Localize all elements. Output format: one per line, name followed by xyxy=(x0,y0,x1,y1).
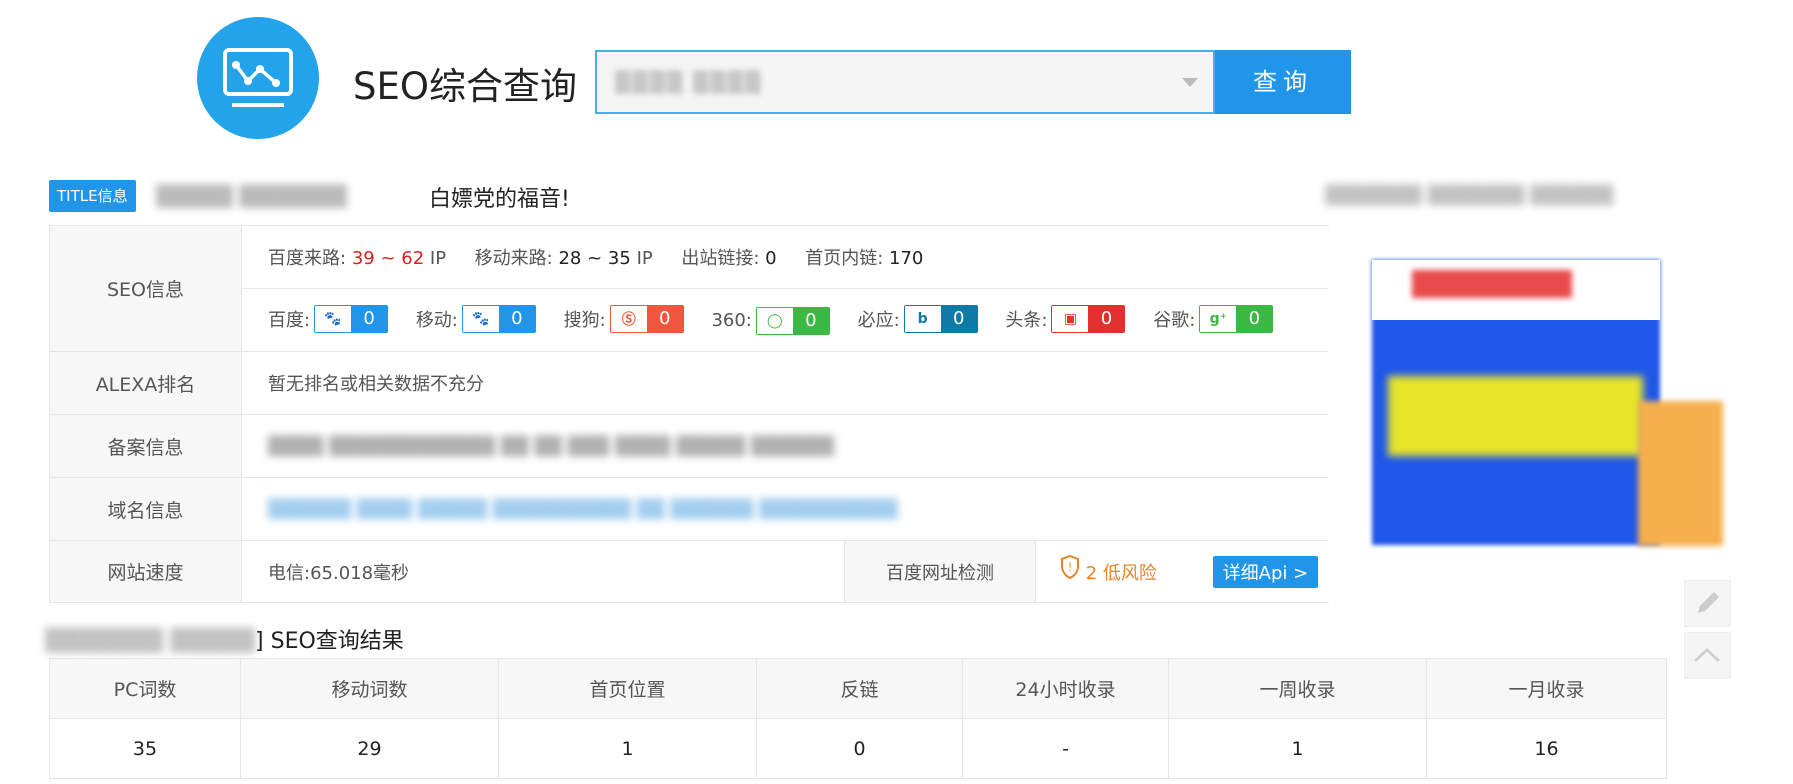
ring-icon: ◯ xyxy=(756,307,793,334)
engine-weight: 0 xyxy=(792,307,829,334)
search-input-value: ▒▒▒▒ ▒▒▒▒ xyxy=(615,70,763,94)
seo-info-table: SEO信息 百度来路: 39 ~ 62 IP 移动来路: 28 ~ 35 IP … xyxy=(49,225,1329,603)
engine-weight: 0 xyxy=(646,306,683,333)
column-header: 24小时收录 xyxy=(962,658,1169,719)
gplus-icon: g⁺ xyxy=(1200,306,1237,333)
thumbnail-banner xyxy=(1388,376,1643,456)
bing-icon: b xyxy=(904,306,941,333)
site-title-blurred: ▒▒▒▒▒ ▒▒▒▒▒▒▒ xyxy=(156,184,347,208)
detail-api-button[interactable]: 详细Api > xyxy=(1212,556,1319,588)
seo-logo xyxy=(197,17,319,139)
speed-value: 电信:65.018毫秒 xyxy=(241,540,845,603)
ip-unit: IP xyxy=(429,248,447,269)
column-header: 反链 xyxy=(756,658,963,719)
chevron-up-icon xyxy=(1694,648,1720,662)
homepage-position: 1 xyxy=(498,718,757,779)
table-row: 35 29 1 0 - 1 16 xyxy=(49,718,1667,779)
traffic-row: 百度来路: 39 ~ 62 IP 移动来路: 28 ~ 35 IP 出站链接: … xyxy=(241,225,1329,289)
outbound-links-value: 0 xyxy=(765,248,777,269)
engine-weight: 0 xyxy=(498,306,535,333)
indexed-month: 16 xyxy=(1426,718,1667,779)
chevron-down-icon[interactable] xyxy=(1182,78,1198,87)
icp-value: ▒▒▒▒ ▒▒▒▒▒▒▒▒▒▒▒▒ ▒▒ ▒▒ ▒▒▒ ▒▒▒▒ ▒▒▒▒▒ ▒… xyxy=(268,435,835,457)
engine-weight: 0 xyxy=(351,306,388,333)
baidu-traffic-label: 百度来路: xyxy=(268,248,347,269)
site-thumbnail[interactable] xyxy=(1328,226,1723,598)
engine-name: 360: xyxy=(711,310,752,332)
query-button[interactable]: 查询 xyxy=(1215,50,1351,114)
shield-warning-icon: ! xyxy=(1061,555,1079,579)
search-input[interactable]: ▒▒▒▒ ▒▒▒▒ xyxy=(595,50,1215,114)
domain-info-value: ▒▒▒▒▒▒ ▒▒▒▒ ▒▒▒▒▒ ▒▒▒▒▒▒▒▒▒▒ ▒▒ ▒▒▒▒▒▒ ▒… xyxy=(268,498,898,520)
column-header: 移动词数 xyxy=(240,658,499,719)
icp-label: 备案信息 xyxy=(49,414,242,478)
back-to-top-button[interactable] xyxy=(1684,632,1731,679)
column-header: 一月收录 xyxy=(1426,658,1667,719)
ip-unit: IP xyxy=(636,248,653,269)
title-info-tag: TITLE信息 xyxy=(49,180,136,212)
alexa-label: ALEXA排名 xyxy=(49,351,242,415)
backlinks: 0 xyxy=(756,718,963,779)
toutiao-icon: ▣ xyxy=(1052,306,1089,333)
engine-bing[interactable]: 必应: b 0 xyxy=(857,305,978,334)
engine-name: 百度: xyxy=(268,310,311,332)
engine-sogou[interactable]: 搜狗: Ⓢ 0 xyxy=(563,305,684,334)
baidu-traffic-value: 39 ~ 62 xyxy=(351,248,425,269)
engine-google[interactable]: 谷歌: g⁺ 0 xyxy=(1153,305,1274,334)
engine-weight: 0 xyxy=(940,306,977,333)
domain-info-label: 域名信息 xyxy=(49,477,242,541)
speed-label: 网站速度 xyxy=(49,540,242,603)
engine-mobile[interactable]: 移动: 🐾 0 xyxy=(415,305,536,334)
engine-baidu[interactable]: 百度: 🐾 0 xyxy=(268,305,389,334)
site-title-tail: 白嫖党的福音! xyxy=(429,187,570,212)
engine-weight: 0 xyxy=(1236,306,1273,333)
pc-keywords: 35 xyxy=(49,718,241,779)
engine-weight: 0 xyxy=(1088,306,1125,333)
thumbnail-caption: ▒▒▒▒▒▒▒ ▒▒▒▒▒▒▒ ▒▒▒▒▒▒ xyxy=(1325,185,1614,206)
mobile-keywords: 29 xyxy=(240,718,499,779)
engine-name: 头条: xyxy=(1005,310,1048,332)
paw-icon: 🐾 xyxy=(462,306,499,333)
column-header: PC词数 xyxy=(49,658,241,719)
results-title-suffix: ] SEO查询结果 xyxy=(255,629,404,654)
results-title: ▒▒▒▒▒▒▒ ▒▒▒▒▒] SEO查询结果 xyxy=(45,623,404,655)
thumbnail-badge xyxy=(1638,401,1723,546)
monitor-chart-icon xyxy=(223,48,293,107)
engine-toutiao[interactable]: 头条: ▣ 0 xyxy=(1005,305,1126,334)
edit-tool-button[interactable] xyxy=(1684,580,1731,627)
engine-name: 移动: xyxy=(415,310,458,332)
risk-text: 2 低风险 xyxy=(1085,563,1157,584)
baidu-url-check-label: 百度网址检测 xyxy=(844,540,1036,603)
engine-name: 搜狗: xyxy=(563,310,606,332)
engine-name: 必应: xyxy=(857,310,900,332)
seo-info-label: SEO信息 xyxy=(49,225,242,352)
engine-360[interactable]: 360: ◯ 0 xyxy=(711,306,830,335)
page-title: SEO综合查询 xyxy=(353,65,577,108)
mobile-traffic-value: 28 ~ 35 xyxy=(558,248,631,269)
engine-badges-row: 百度: 🐾 0 移动: 🐾 0 搜狗: Ⓢ 0 360: ◯ 0 必应: b 0… xyxy=(241,288,1329,352)
column-header: 一周收录 xyxy=(1168,658,1427,719)
thumbnail-header xyxy=(1372,260,1660,320)
seo-results-table: PC词数 移动词数 首页位置 反链 24小时收录 一周收录 一月收录 35 29… xyxy=(49,658,1667,779)
engine-name: 谷歌: xyxy=(1153,310,1196,332)
mobile-traffic-label: 移动来路: xyxy=(474,248,553,269)
svg-text:!: ! xyxy=(1068,560,1071,574)
pencil-icon xyxy=(1698,592,1719,613)
table-header-row: PC词数 移动词数 首页位置 反链 24小时收录 一周收录 一月收录 xyxy=(49,658,1667,719)
risk-indicator[interactable]: ! 2 低风险 xyxy=(1060,555,1163,584)
indexed-week: 1 xyxy=(1168,718,1427,779)
paw-icon: 🐾 xyxy=(315,306,352,333)
indexed-24h: - xyxy=(962,718,1169,779)
sogou-icon: Ⓢ xyxy=(610,306,647,333)
internal-links-label: 首页内链: xyxy=(805,248,884,269)
outbound-links-label: 出站链接: xyxy=(681,248,760,269)
alexa-value: 暂无排名或相关数据不充分 xyxy=(241,351,1329,415)
internal-links-value: 170 xyxy=(889,248,924,269)
column-header: 首页位置 xyxy=(498,658,757,719)
results-title-domain: ▒▒▒▒▒▒▒ ▒▒▒▒▒ xyxy=(45,629,256,654)
